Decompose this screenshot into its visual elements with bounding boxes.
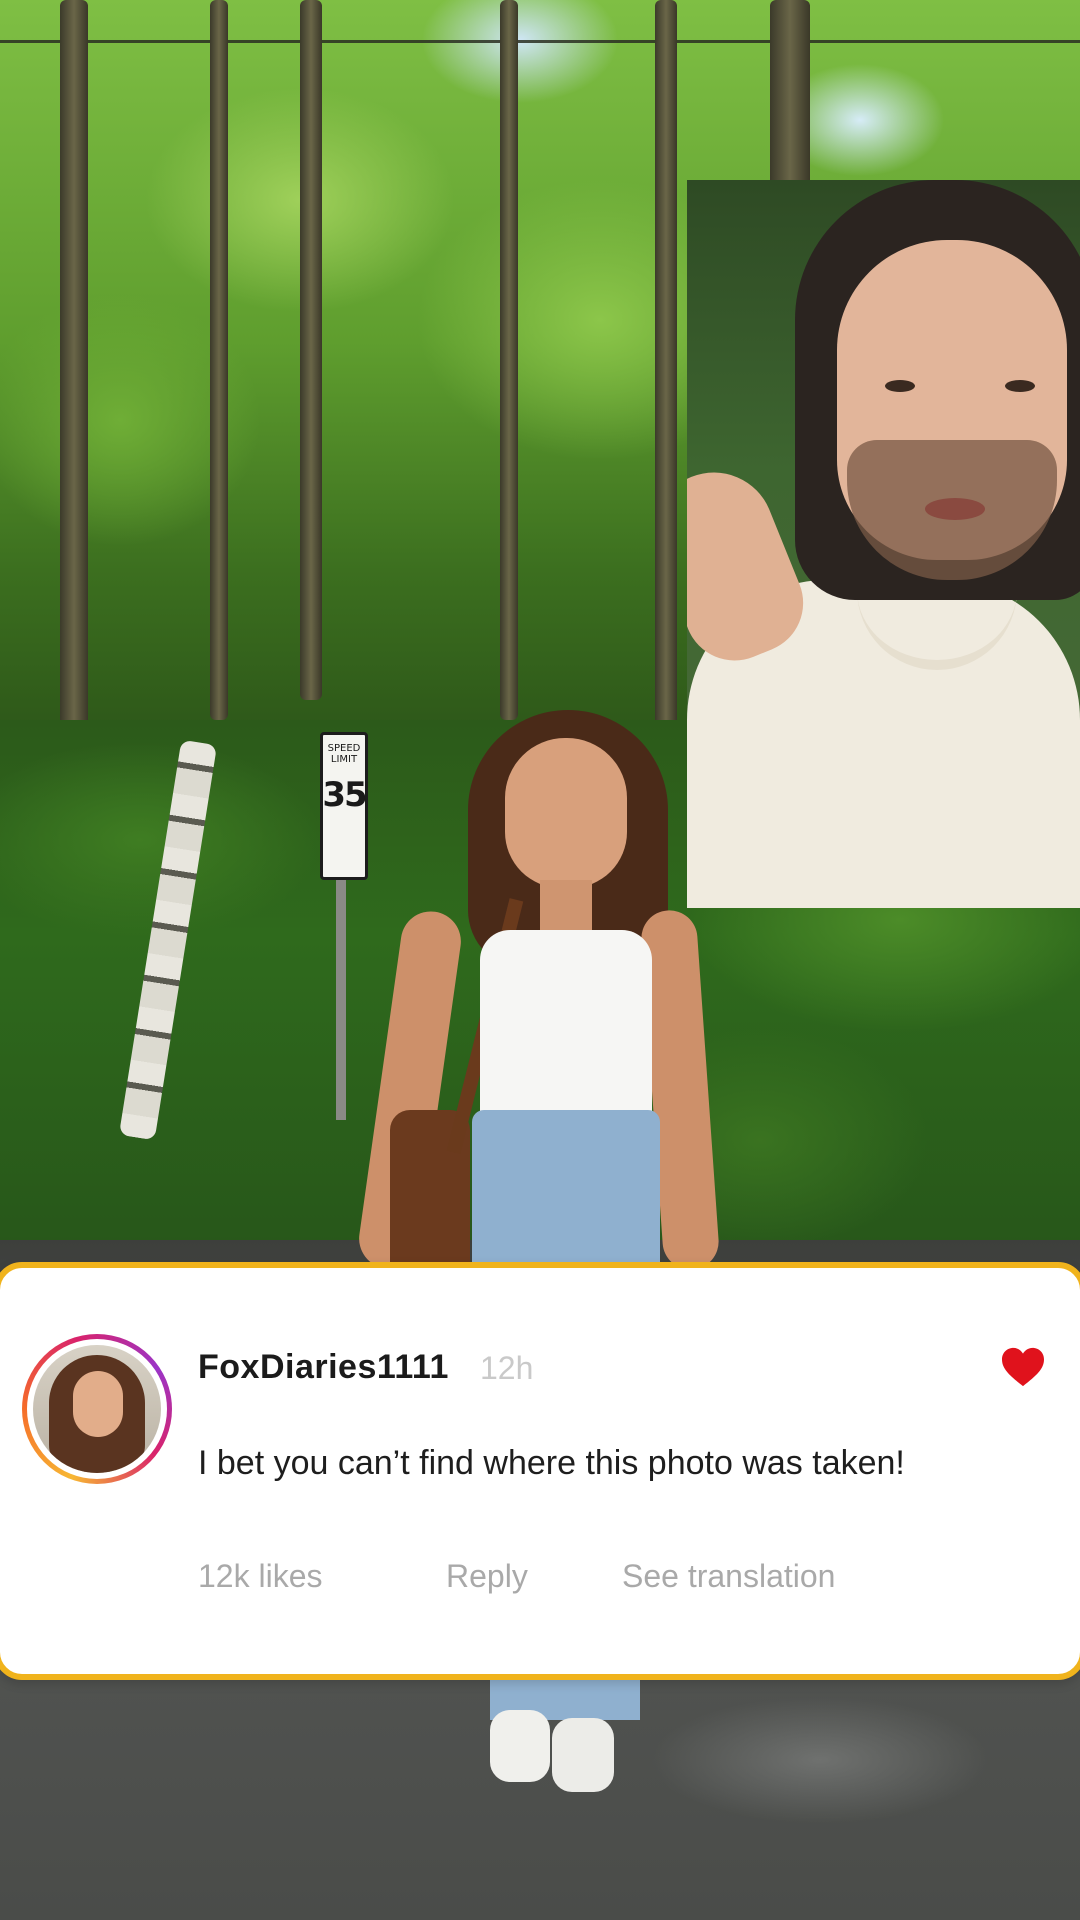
picture-in-picture-video[interactable] — [687, 180, 1080, 908]
heart-icon[interactable] — [1000, 1346, 1046, 1388]
comment-text: I bet you can’t find where this photo wa… — [198, 1444, 905, 1482]
likes-count[interactable]: 12k likes — [198, 1558, 323, 1595]
power-line — [0, 40, 1080, 43]
avatar-photo — [33, 1345, 161, 1473]
tree-trunk — [500, 0, 518, 720]
comment-username[interactable]: FoxDiaries1111 — [198, 1348, 449, 1387]
tree-trunk — [210, 0, 228, 720]
comment-card: FoxDiaries1111 12h I bet you can’t find … — [0, 1262, 1080, 1680]
sign-top-text: SPEED LIMIT — [327, 743, 361, 765]
tree-trunk — [655, 0, 677, 760]
see-translation-button[interactable]: See translation — [622, 1558, 835, 1595]
comment-timestamp: 12h — [480, 1350, 534, 1386]
reply-button[interactable]: Reply — [446, 1558, 528, 1595]
pip-mouth — [925, 498, 985, 520]
tree-trunk — [60, 0, 88, 760]
sign-post — [336, 870, 346, 1120]
pip-eye-right — [1005, 380, 1035, 392]
profile-avatar[interactable] — [22, 1334, 172, 1484]
tree-trunk — [300, 0, 322, 700]
pip-eye-left — [885, 380, 915, 392]
